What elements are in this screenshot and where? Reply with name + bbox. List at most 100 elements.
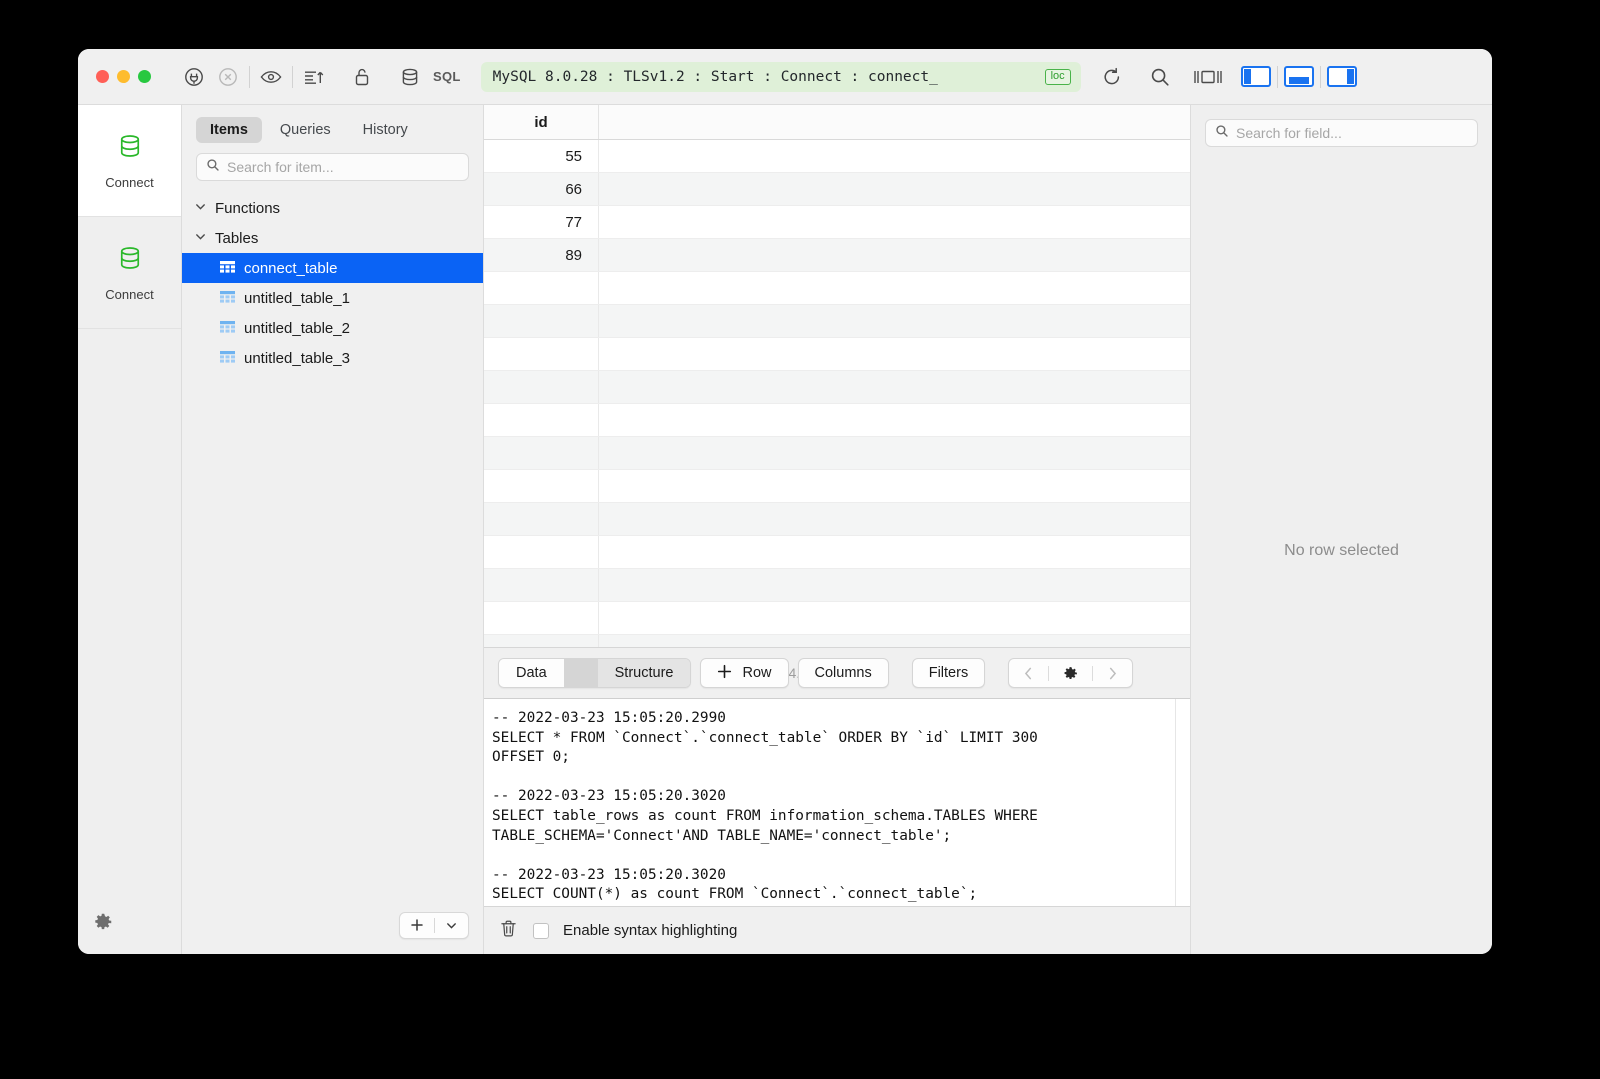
tab-items[interactable]: Items [196, 117, 262, 143]
cell-id[interactable]: 66 [484, 181, 598, 198]
panel-left-icon[interactable] [1239, 60, 1273, 94]
items-sidebar: Items Queries History Search for item... [182, 105, 484, 954]
gear-icon [92, 911, 114, 938]
field-search-field[interactable]: Search for field... [1205, 119, 1478, 147]
rail-item-label: Connect [105, 175, 153, 190]
settings-button[interactable] [78, 894, 181, 954]
table-row[interactable]: 77 [484, 206, 1190, 239]
database-icon[interactable] [393, 60, 427, 94]
tree-item-connect-table[interactable]: connect_table [182, 253, 483, 283]
tab-history[interactable]: History [349, 117, 422, 143]
titlebar: SQL MySQL 8.0.28 : TLSv1.2 : Start : Con… [78, 49, 1492, 105]
table-row[interactable] [484, 272, 1190, 305]
tree-item-untitled-table-3[interactable]: untitled_table_3 [182, 343, 483, 373]
layout-icon[interactable] [1191, 60, 1225, 94]
toolbar-divider-4 [1320, 66, 1321, 88]
pagination-controls [1008, 658, 1133, 688]
close-button[interactable] [96, 70, 109, 83]
syntax-highlighting-checkbox[interactable] [533, 923, 549, 939]
object-tree: Functions Tables [182, 189, 483, 896]
prev-page-button[interactable] [1009, 666, 1048, 681]
minimize-button[interactable] [117, 70, 130, 83]
tree-item-untitled-table-1[interactable]: untitled_table_1 [182, 283, 483, 313]
cell-divider [598, 239, 599, 271]
eye-icon[interactable] [254, 60, 288, 94]
data-toolbar: Data Structure Row 1-4... Columns Filter… [484, 647, 1190, 698]
pagination-settings-button[interactable] [1049, 665, 1092, 682]
sql-label[interactable]: SQL [427, 69, 467, 84]
table-row[interactable]: 89 [484, 239, 1190, 272]
database-icon [115, 243, 145, 278]
table-row[interactable] [484, 635, 1190, 647]
table-row[interactable] [484, 371, 1190, 404]
cell-id[interactable]: 77 [484, 214, 598, 231]
cell-divider [598, 371, 599, 403]
cell-divider [598, 635, 599, 647]
cell-divider [598, 272, 599, 304]
column-header-id[interactable]: id [484, 114, 598, 131]
search-icon [206, 158, 220, 177]
search-icon [1215, 124, 1229, 143]
table-row[interactable] [484, 338, 1190, 371]
trash-icon[interactable] [498, 918, 519, 944]
plus-icon [717, 664, 732, 683]
maximize-button[interactable] [138, 70, 151, 83]
x-circle-icon[interactable] [211, 60, 245, 94]
tree-group-functions[interactable]: Functions [182, 193, 483, 223]
sidebar-footer [182, 896, 483, 954]
plug-icon[interactable] [177, 60, 211, 94]
table-row[interactable] [484, 536, 1190, 569]
table-row[interactable] [484, 305, 1190, 338]
row-detail-panel: Search for field... No row selected [1190, 105, 1492, 954]
chevron-down-icon [194, 200, 207, 217]
table-row[interactable] [484, 503, 1190, 536]
cell-divider [598, 503, 599, 535]
sql-log-scrollbar[interactable] [1175, 699, 1190, 906]
table-row[interactable] [484, 569, 1190, 602]
refresh-icon[interactable] [1095, 60, 1129, 94]
add-item-menu-button[interactable] [435, 913, 468, 938]
cell-divider [598, 206, 599, 238]
next-page-button[interactable] [1093, 666, 1132, 681]
status-bar: Enable syntax highlighting [484, 906, 1190, 954]
tree-item-label: untitled_table_3 [244, 350, 350, 367]
cell-divider [598, 437, 599, 469]
panel-bottom-icon[interactable] [1282, 60, 1316, 94]
tab-structure[interactable]: Structure [598, 659, 691, 687]
table-row[interactable]: 66 [484, 173, 1190, 206]
table-row[interactable] [484, 470, 1190, 503]
table-row[interactable] [484, 404, 1190, 437]
toolbar-divider-2 [292, 66, 293, 88]
tree-group-label: Tables [215, 230, 258, 247]
sql-log-panel: -- 2022-03-23 15:05:20.2990 SELECT * FRO… [484, 698, 1190, 906]
table-row[interactable] [484, 437, 1190, 470]
columns-button[interactable]: Columns [798, 658, 889, 688]
connection-address-bar[interactable]: MySQL 8.0.28 : TLSv1.2 : Start : Connect… [481, 62, 1081, 92]
rail-item-connect-1[interactable]: Connect [78, 105, 181, 217]
tree-group-tables[interactable]: Tables [182, 223, 483, 253]
tree-item-untitled-table-2[interactable]: untitled_table_2 [182, 313, 483, 343]
item-search-field[interactable]: Search for item... [196, 153, 469, 181]
cell-divider [598, 470, 599, 502]
sql-log-text[interactable]: -- 2022-03-23 15:05:20.2990 SELECT * FRO… [484, 699, 1175, 906]
cell-id[interactable]: 55 [484, 148, 598, 165]
database-icon [115, 131, 145, 166]
tab-data[interactable]: Data [499, 659, 564, 687]
add-item-button[interactable] [400, 913, 434, 938]
sort-ascending-icon[interactable] [297, 60, 331, 94]
syntax-highlighting-label[interactable]: Enable syntax highlighting [563, 922, 737, 939]
table-row[interactable]: 55 [484, 140, 1190, 173]
filters-button[interactable]: Filters [912, 658, 985, 688]
table-row[interactable] [484, 602, 1190, 635]
no-row-selected-message: No row selected [1191, 147, 1492, 954]
cell-divider [598, 536, 599, 568]
table-icon [220, 321, 235, 335]
column-divider[interactable] [598, 105, 599, 139]
rail-item-connect-2[interactable]: Connect [78, 217, 181, 329]
unlock-icon[interactable] [345, 60, 379, 94]
search-icon[interactable] [1143, 60, 1177, 94]
cell-id[interactable]: 89 [484, 247, 598, 264]
panel-right-icon[interactable] [1325, 60, 1359, 94]
add-row-button[interactable]: Row [700, 658, 788, 688]
tab-queries[interactable]: Queries [266, 117, 345, 143]
